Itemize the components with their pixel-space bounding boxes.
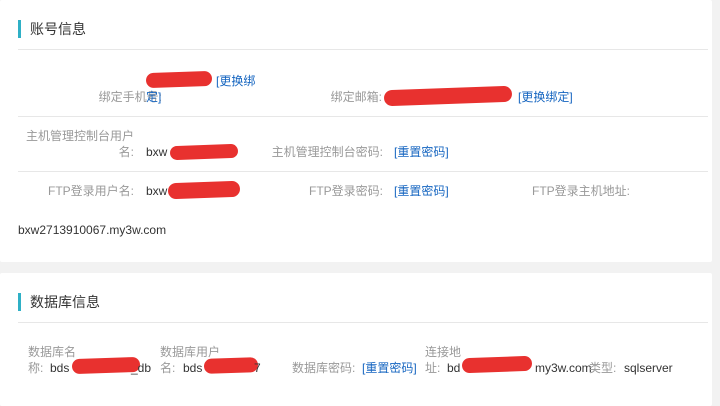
db-name-value-suffix: _db xyxy=(131,361,152,375)
divider xyxy=(18,49,708,50)
account-info-card: 账号信息 绑定手机号: [更换绑 定] 绑定邮箱: [更换绑定] 主机管理控制台… xyxy=(0,0,712,262)
reset-ftp-password-link[interactable]: [重置密码] xyxy=(394,183,449,200)
ftp-user-label: FTP登录用户名: xyxy=(48,184,134,198)
db-name-label-line2: 称: xyxy=(28,361,44,375)
bind-email-label: 绑定邮箱: xyxy=(330,90,382,104)
account-info-title: 账号信息 xyxy=(18,20,86,38)
database-info-card: 数据库信息 数据库名 称: bds _db 数据库用户 名: bds 7 数据库… xyxy=(0,273,712,406)
conn-value-prefix: bd xyxy=(447,361,461,375)
host-pwd-label: 主机管理控制台密码: xyxy=(271,145,383,159)
divider xyxy=(18,322,708,323)
ftp-pwd-label: FTP登录密码: xyxy=(309,184,383,198)
conn-label-line1: 连接地 xyxy=(425,345,462,359)
db-name-label-line1: 数据库名 xyxy=(28,345,77,359)
host-user-value: bxw xyxy=(146,145,168,159)
db-user-value-suffix: 7 xyxy=(254,361,261,375)
change-phone-link-part2[interactable]: 定] xyxy=(146,89,161,106)
ftp-user-value: bxw xyxy=(146,184,168,198)
conn-value-suffix: my3w.com xyxy=(535,361,592,375)
db-type-label: 类型: xyxy=(589,361,617,375)
redaction-mark xyxy=(169,143,239,161)
divider xyxy=(18,116,708,117)
change-phone-link-part1[interactable]: [更换绑 xyxy=(216,73,255,90)
divider xyxy=(18,171,708,172)
change-email-link[interactable]: [更换绑定] xyxy=(518,89,573,106)
redaction-mark xyxy=(461,355,533,374)
ftp-host-value: bxw2713910067.my3w.com xyxy=(18,223,167,237)
ftp-host-label: FTP登录主机地址: xyxy=(532,184,630,198)
host-user-label-line1: 主机管理控制台用户 xyxy=(25,129,134,143)
db-pwd-label: 数据库密码: xyxy=(292,361,356,375)
reset-host-password-link[interactable]: [重置密码] xyxy=(394,144,449,161)
redaction-mark xyxy=(203,357,259,374)
db-name-value-prefix: bds xyxy=(50,361,70,375)
redaction-mark xyxy=(145,70,213,89)
redaction-mark xyxy=(167,180,241,200)
reset-db-password-link[interactable]: [重置密码] xyxy=(362,360,417,377)
database-info-title: 数据库信息 xyxy=(18,293,100,311)
db-type-value: sqlserver xyxy=(624,361,673,375)
redaction-mark xyxy=(383,85,513,107)
redaction-mark xyxy=(71,356,141,375)
db-user-value-prefix: bds xyxy=(183,361,203,375)
host-user-label-line2: 名: xyxy=(118,145,134,159)
conn-label-line2: 址: xyxy=(425,361,441,375)
db-user-label-line2: 名: xyxy=(160,361,176,375)
